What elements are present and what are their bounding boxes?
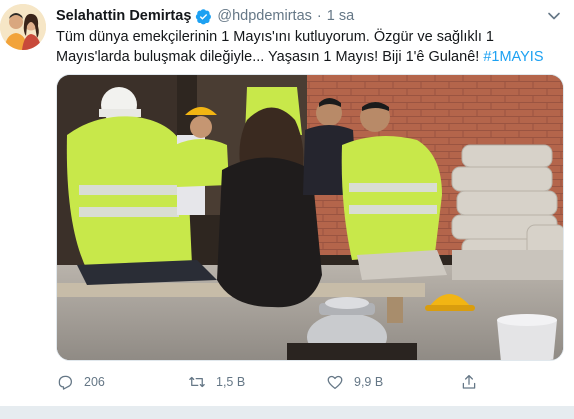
tweet-photo[interactable] (56, 74, 564, 361)
author-handle[interactable]: @hdpdemirtas (217, 8, 312, 24)
chevron-down-icon[interactable] (546, 8, 562, 24)
tweet-text-line-2: Mayıs'larda buluşmak dileğiyle... Yaşası… (56, 47, 566, 67)
tweet-timestamp[interactable]: 1 sa (327, 8, 354, 24)
like-button[interactable]: 9,9 B (326, 372, 383, 392)
hashtag-link[interactable]: #1MAYIS (483, 49, 543, 65)
share-button[interactable] (460, 372, 478, 392)
tweet-header: Selahattin Demirtaş @hdpdemirtas · 1 sa (56, 6, 354, 26)
retweet-count: 1,5 B (216, 375, 246, 389)
heart-icon (327, 375, 343, 390)
timeline-divider (0, 406, 574, 419)
tweet-actions: 206 1,5 B 9,9 B (56, 372, 564, 392)
tweet-text-line-1: Tüm dünya emekçilerinin 1 Mayıs'ını kutl… (56, 29, 494, 45)
verified-badge-icon (195, 8, 212, 25)
separator-dot: · (316, 8, 322, 24)
reply-icon (58, 375, 73, 390)
avatar[interactable] (0, 4, 46, 50)
like-count: 9,9 B (354, 375, 384, 389)
retweet-icon (189, 376, 205, 388)
author-name[interactable]: Selahattin Demirtaş (56, 8, 191, 24)
tweet-card[interactable]: Selahattin Demirtaş @hdpdemirtas · 1 sa … (0, 0, 574, 406)
share-icon (462, 374, 476, 389)
reply-count: 206 (84, 375, 105, 389)
tweet-text: Tüm dünya emekçilerinin 1 Mayıs'ını kutl… (56, 27, 566, 67)
retweet-button[interactable]: 1,5 B (188, 372, 245, 392)
tweet-text-line-2-body: Mayıs'larda buluşmak dileğiyle... Yaşası… (56, 49, 484, 65)
reply-button[interactable]: 206 (56, 372, 105, 392)
